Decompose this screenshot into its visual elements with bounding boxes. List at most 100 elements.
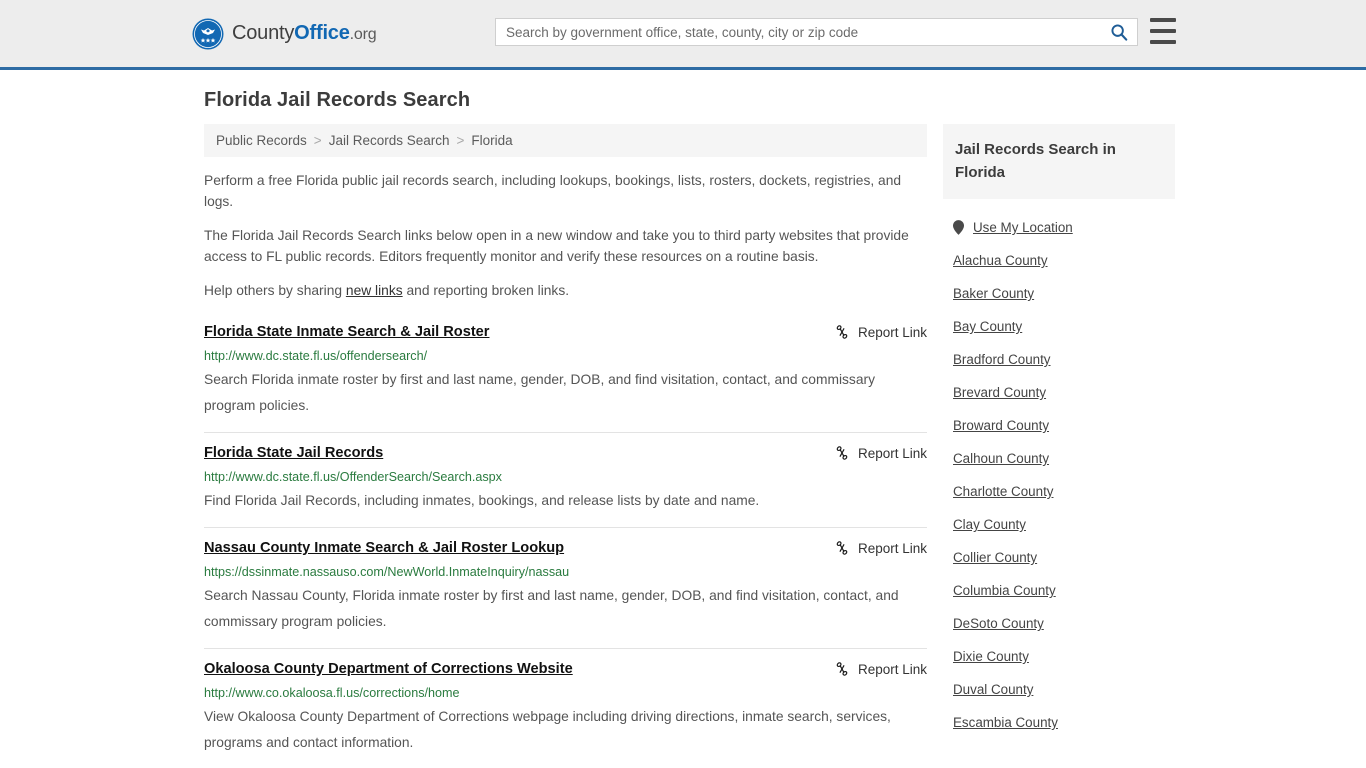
sidebar-county-label[interactable]: Clay County [953, 517, 1026, 532]
sidebar-item-county[interactable]: Alachua County [943, 244, 1175, 277]
sidebar-county-label[interactable]: Calhoun County [953, 451, 1049, 466]
breadcrumb-item-jail-records-search[interactable]: Jail Records Search [329, 133, 450, 148]
site-header: CountyOffice.org [0, 0, 1366, 70]
result-title-link[interactable]: Florida State Jail Records [204, 444, 383, 463]
sidebar-county-label[interactable]: Duval County [953, 682, 1033, 697]
hamburger-menu-icon-bar-1 [1150, 18, 1176, 22]
content-columns: Public Records > Jail Records Search > F… [204, 124, 1175, 768]
search-icon [1111, 24, 1128, 41]
intro-paragraph-1: Perform a free Florida public jail recor… [204, 173, 902, 209]
sidebar-item-county[interactable]: Calhoun County [943, 442, 1175, 475]
broken-link-icon [836, 662, 848, 676]
sidebar-county-label[interactable]: DeSoto County [953, 616, 1044, 631]
sidebar-county-label[interactable]: Dixie County [953, 649, 1029, 664]
broken-link-icon [836, 325, 848, 339]
page-title: Florida Jail Records Search [204, 89, 471, 111]
sidebar-county-label[interactable]: Baker County [953, 286, 1034, 301]
sidebar: Jail Records Search in Florida Use My Lo… [943, 124, 1175, 739]
result-header: Nassau County Inmate Search & Jail Roste… [204, 539, 927, 558]
sidebar-county-label[interactable]: Bay County [953, 319, 1022, 334]
sidebar-county-label[interactable]: Broward County [953, 418, 1049, 433]
sidebar-item-county[interactable]: Clay County [943, 508, 1175, 541]
result-item: Florida State Jail Records Report Link h… [204, 432, 927, 527]
report-link-button[interactable]: Report Link [834, 539, 927, 556]
search-button[interactable] [1101, 19, 1137, 45]
brand-part-county: County [232, 22, 295, 44]
brand-part-org: .org [349, 26, 377, 43]
sidebar-item-county[interactable]: Dixie County [943, 640, 1175, 673]
report-link-button[interactable]: Report Link [834, 444, 927, 461]
sidebar-item-county[interactable]: Bay County [943, 310, 1175, 343]
sidebar-county-label[interactable]: Escambia County [953, 715, 1058, 730]
sidebar-county-label[interactable]: Collier County [953, 550, 1037, 565]
sidebar-county-label[interactable]: Bradford County [953, 352, 1051, 367]
sidebar-item-county[interactable]: Charlotte County [943, 475, 1175, 508]
sidebar-links-list: Use My Location Alachua County Baker Cou… [943, 211, 1175, 739]
sidebar-item-county[interactable]: Baker County [943, 277, 1175, 310]
result-description: Find Florida Jail Records, including inm… [204, 493, 760, 508]
report-link-label: Report Link [857, 661, 927, 677]
search-input[interactable] [496, 19, 1101, 45]
intro-p3-before: Help others by sharing [204, 283, 346, 298]
breadcrumb-separator: > [313, 133, 322, 148]
sidebar-county-label[interactable]: Charlotte County [953, 484, 1053, 499]
site-logo-text: CountyOffice.org [232, 22, 377, 45]
sidebar-item-county[interactable]: Escambia County [943, 706, 1175, 739]
result-description: View Okaloosa County Department of Corre… [204, 709, 891, 750]
result-url[interactable]: http://www.co.okaloosa.fl.us/corrections… [204, 685, 927, 701]
sidebar-item-county[interactable]: Broward County [943, 409, 1175, 442]
intro-paragraph-2: The Florida Jail Records Search links be… [204, 228, 909, 264]
intro-section: Perform a free Florida public jail recor… [204, 170, 927, 301]
breadcrumb: Public Records > Jail Records Search > F… [204, 124, 927, 157]
hamburger-menu-icon-bar-3 [1150, 40, 1176, 44]
result-url[interactable]: http://www.dc.state.fl.us/OffenderSearch… [204, 469, 927, 485]
result-header: Okaloosa County Department of Correction… [204, 660, 927, 679]
hamburger-menu-button[interactable] [1150, 18, 1176, 44]
site-logo-link[interactable]: CountyOffice.org [192, 18, 377, 50]
brand-part-office: Office [294, 22, 350, 44]
result-item: Okaloosa County Department of Correction… [204, 648, 927, 768]
sidebar-item-county[interactable]: DeSoto County [943, 607, 1175, 640]
map-pin-icon [953, 220, 964, 235]
sidebar-item-county[interactable]: Duval County [943, 673, 1175, 706]
search-bar [495, 18, 1138, 46]
breadcrumb-separator: > [456, 133, 465, 148]
breadcrumb-item-florida: Florida [471, 133, 513, 148]
results-list: Florida State Inmate Search & Jail Roste… [204, 317, 927, 768]
hamburger-menu-icon-bar-2 [1150, 29, 1176, 33]
report-link-button[interactable]: Report Link [834, 660, 927, 677]
result-header: Florida State Inmate Search & Jail Roste… [204, 323, 927, 342]
broken-link-icon [836, 446, 848, 460]
sidebar-county-label[interactable]: Alachua County [953, 253, 1048, 268]
main-column: Public Records > Jail Records Search > F… [204, 124, 927, 768]
sidebar-item-county[interactable]: Collier County [943, 541, 1175, 574]
result-url[interactable]: http://www.dc.state.fl.us/offendersearch… [204, 348, 927, 364]
result-url[interactable]: https://dssinmate.nassauso.com/NewWorld.… [204, 564, 927, 580]
result-title-link[interactable]: Okaloosa County Department of Correction… [204, 660, 573, 679]
broken-link-icon [836, 541, 848, 555]
report-link-button[interactable]: Report Link [834, 323, 927, 340]
breadcrumb-item-public-records[interactable]: Public Records [216, 133, 307, 148]
intro-p3-after: and reporting broken links. [402, 283, 570, 298]
result-item: Nassau County Inmate Search & Jail Roste… [204, 527, 927, 648]
result-item: Florida State Inmate Search & Jail Roste… [204, 317, 927, 432]
sidebar-use-my-location-label[interactable]: Use My Location [973, 220, 1073, 235]
result-title-link[interactable]: Florida State Inmate Search & Jail Roste… [204, 323, 489, 342]
report-link-label: Report Link [857, 324, 927, 340]
result-header: Florida State Jail Records Report Link [204, 444, 927, 463]
sidebar-title: Jail Records Search in Florida [943, 124, 1175, 199]
sidebar-item-county[interactable]: Brevard County [943, 376, 1175, 409]
new-links-link[interactable]: new links [346, 283, 403, 298]
sidebar-item-county[interactable]: Columbia County [943, 574, 1175, 607]
sidebar-item-county[interactable]: Bradford County [943, 343, 1175, 376]
result-description: Search Nassau County, Florida inmate ros… [204, 588, 899, 629]
sidebar-county-label[interactable]: Brevard County [953, 385, 1046, 400]
report-link-label: Report Link [857, 445, 927, 461]
page-container: Florida Jail Records Search Public Recor… [0, 89, 1366, 768]
result-title-link[interactable]: Nassau County Inmate Search & Jail Roste… [204, 539, 564, 558]
sidebar-item-use-my-location[interactable]: Use My Location [943, 211, 1175, 244]
result-description: Search Florida inmate roster by first an… [204, 372, 875, 413]
sidebar-county-label[interactable]: Columbia County [953, 583, 1056, 598]
report-link-label: Report Link [857, 540, 927, 556]
intro-paragraph-3: Help others by sharing new links and rep… [204, 280, 927, 301]
